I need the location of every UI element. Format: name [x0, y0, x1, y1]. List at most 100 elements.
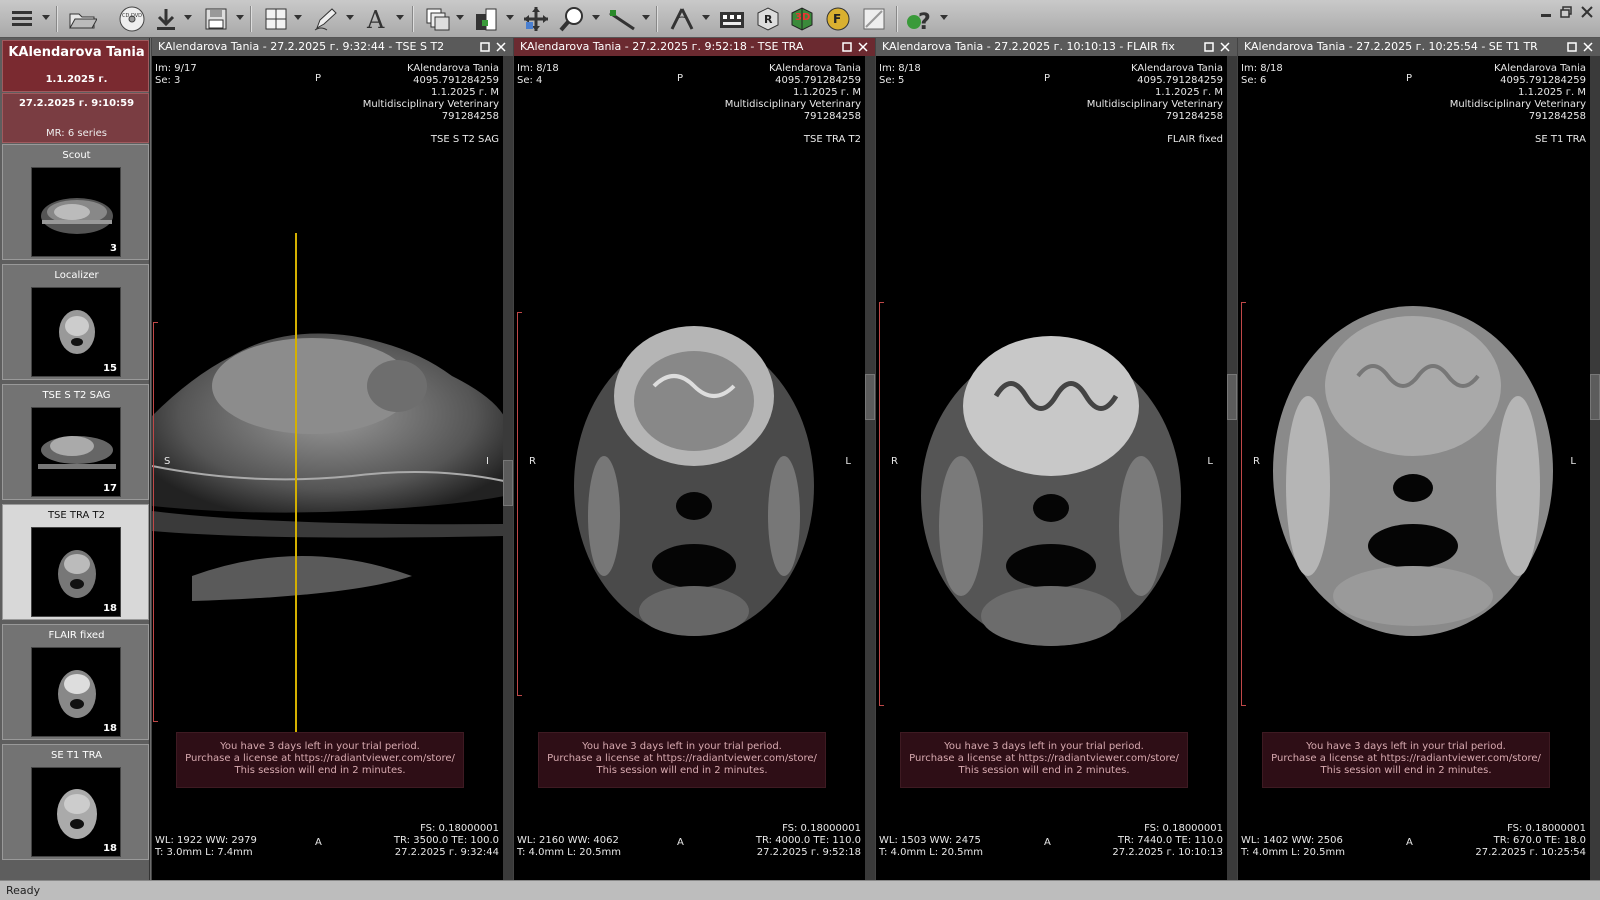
open-folder-icon[interactable]: [66, 4, 98, 34]
viewport-3[interactable]: KAlendarova Tania - 27.2.2025 г. 10:10:1…: [875, 38, 1237, 880]
slice-scrollbar[interactable]: [865, 56, 875, 880]
series-thumbnail-se-t1-tra[interactable]: SE T1 TRA 18: [2, 744, 149, 860]
viewport-4[interactable]: KAlendarova Tania - 27.2.2025 г. 10:25:5…: [1237, 38, 1600, 880]
layout-dropdown-icon[interactable]: [294, 15, 302, 20]
menu-dropdown-icon[interactable]: [42, 15, 50, 20]
series-thumbnail-image: 18: [31, 527, 121, 617]
pan-icon[interactable]: [520, 4, 552, 34]
overlay-thickness-location: T: 3.0mm L: 7.4mm: [155, 847, 253, 858]
series-thumbnail-image: 15: [31, 287, 121, 377]
cd-dvd-icon[interactable]: CD DVD: [116, 4, 148, 34]
series-thumbnail-image: 18: [31, 767, 121, 857]
slice-scrollbar[interactable]: [1590, 56, 1600, 880]
overlay-patient-id: 4095.791284259: [1500, 75, 1586, 86]
scrollbar-thumb[interactable]: [1227, 374, 1237, 420]
series-thumbnail-localizer[interactable]: Localizer 15: [2, 264, 149, 380]
text-icon[interactable]: A: [360, 4, 392, 34]
overlay-acquisition-date: 27.2.2025 г. 10:25:54: [1475, 847, 1586, 858]
measure-ruler-icon[interactable]: [606, 4, 638, 34]
overlay-institution: Multidisciplinary Veterinary: [1086, 99, 1223, 110]
slice-scrollbar[interactable]: [503, 56, 513, 880]
restore-icon[interactable]: [1557, 4, 1575, 20]
image-area[interactable]: Im: 8/18 Se: 4 P KAlendarova Tania 4095.…: [514, 56, 865, 880]
series-thumbnail-scout[interactable]: Scout 3: [2, 144, 149, 260]
close-viewport-icon[interactable]: [1582, 41, 1594, 53]
download-icon[interactable]: [150, 4, 182, 34]
annotate-pen-icon[interactable]: [310, 4, 342, 34]
annotate-dropdown-icon[interactable]: [346, 15, 354, 20]
orientation-top: P: [677, 73, 684, 84]
stack-dropdown-icon[interactable]: [456, 15, 464, 20]
window-level-icon[interactable]: [470, 4, 502, 34]
minimize-icon[interactable]: [1537, 4, 1555, 20]
overlay-window-level: WL: 1922 WW: 2979: [155, 835, 257, 846]
image-area[interactable]: Im: 9/17 Se: 3 P KAlendarova Tania 4095.…: [152, 56, 503, 880]
series-label: SE T1 TRA: [51, 750, 102, 761]
series-thumbnail-tse-s-t2-sag[interactable]: TSE S T2 SAG 17: [2, 384, 149, 500]
cine-icon[interactable]: [716, 4, 748, 34]
orientation-bottom: A: [1044, 837, 1051, 848]
study-sidebar: KAlendarova Tania 1.1.2025 г. 27.2.2025 …: [0, 38, 150, 880]
text-dropdown-icon[interactable]: [396, 15, 404, 20]
viewport-title[interactable]: KAlendarova Tania - 27.2.2025 г. 10:10:1…: [876, 38, 1237, 56]
zoom-dropdown-icon[interactable]: [592, 15, 600, 20]
wl-dropdown-icon[interactable]: [506, 15, 514, 20]
overlay-institution: Multidisciplinary Veterinary: [724, 99, 861, 110]
scrollbar-thumb[interactable]: [1590, 374, 1600, 420]
reset-icon[interactable]: [858, 4, 890, 34]
mpr-icon[interactable]: R: [752, 4, 784, 34]
series-stack-icon[interactable]: [422, 4, 454, 34]
overlay-field-strength: FS: 0.18000001: [782, 823, 861, 834]
zoom-icon[interactable]: [556, 4, 588, 34]
save-dropdown-icon[interactable]: [236, 15, 244, 20]
maximize-viewport-icon[interactable]: [841, 41, 853, 53]
layout-grid-icon[interactable]: [260, 4, 292, 34]
measure-dropdown-icon[interactable]: [642, 15, 650, 20]
svg-text:A: A: [366, 6, 385, 32]
scrollbar-thumb[interactable]: [865, 374, 875, 420]
slice-scrollbar[interactable]: [1227, 56, 1237, 880]
help-dropdown-icon[interactable]: [940, 15, 948, 20]
toolbar-separator: [250, 6, 251, 32]
close-window-icon[interactable]: [1578, 4, 1596, 20]
overlay-acquisition-date: 27.2.2025 г. 9:32:44: [394, 847, 499, 858]
angle-icon[interactable]: [666, 4, 698, 34]
maximize-viewport-icon[interactable]: [1566, 41, 1578, 53]
viewport-title[interactable]: KAlendarova Tania - 27.2.2025 г. 9:32:44…: [152, 38, 513, 56]
3d-label: 3D: [795, 12, 811, 23]
maximize-viewport-icon[interactable]: [479, 41, 491, 53]
fusion-icon[interactable]: F: [822, 4, 854, 34]
study-card[interactable]: 27.2.2025 г. 9:10:59 MR: 6 series: [2, 93, 149, 143]
fusion-label: F: [833, 12, 842, 26]
close-viewport-icon[interactable]: [1219, 41, 1231, 53]
download-dropdown-icon[interactable]: [184, 15, 192, 20]
image-area[interactable]: Im: 8/18 Se: 6 P KAlendarova Tania 4095.…: [1238, 56, 1590, 880]
image-area[interactable]: Im: 8/18 Se: 5 P KAlendarova Tania 4095.…: [876, 56, 1227, 880]
viewport-title[interactable]: KAlendarova Tania - 27.2.2025 г. 10:25:5…: [1238, 38, 1600, 56]
series-thumbnail-tse-tra-t2[interactable]: TSE TRA T2 18: [2, 504, 149, 620]
close-viewport-icon[interactable]: [857, 41, 869, 53]
series-image-count: 15: [103, 363, 117, 374]
3d-icon[interactable]: 3D: [786, 4, 818, 34]
series-number: Se: 4: [517, 75, 543, 86]
trial-line-1: You have 3 days left in your trial perio…: [220, 741, 420, 752]
viewport-title[interactable]: KAlendarova Tania - 27.2.2025 г. 9:52:18…: [514, 38, 875, 56]
radiant-viewer-window: CD DVD A R 3D F ? KAlendarova Tania 1.1.…: [0, 0, 1600, 900]
save-icon[interactable]: [200, 4, 232, 34]
orientation-bottom: A: [677, 837, 684, 848]
viewport-1[interactable]: KAlendarova Tania - 27.2.2025 г. 9:32:44…: [151, 38, 513, 880]
help-icon[interactable]: ?: [904, 4, 936, 34]
angle-dropdown-icon[interactable]: [702, 15, 710, 20]
patient-card[interactable]: KAlendarova Tania 1.1.2025 г.: [2, 40, 149, 92]
image-number: Im: 8/18: [1241, 63, 1283, 74]
trial-notice: You have 3 days left in your trial perio…: [176, 732, 464, 788]
scrollbar-thumb[interactable]: [503, 460, 513, 506]
trial-line-2: Purchase a license at https://radiantvie…: [185, 753, 455, 764]
series-thumbnail-flair-fixed[interactable]: FLAIR fixed 18: [2, 624, 149, 740]
menu-icon[interactable]: [6, 4, 38, 34]
orientation-left: R: [529, 456, 536, 467]
maximize-viewport-icon[interactable]: [1203, 41, 1215, 53]
viewport-2[interactable]: KAlendarova Tania - 27.2.2025 г. 9:52:18…: [513, 38, 875, 880]
close-viewport-icon[interactable]: [495, 41, 507, 53]
scale-ruler: [153, 322, 158, 722]
